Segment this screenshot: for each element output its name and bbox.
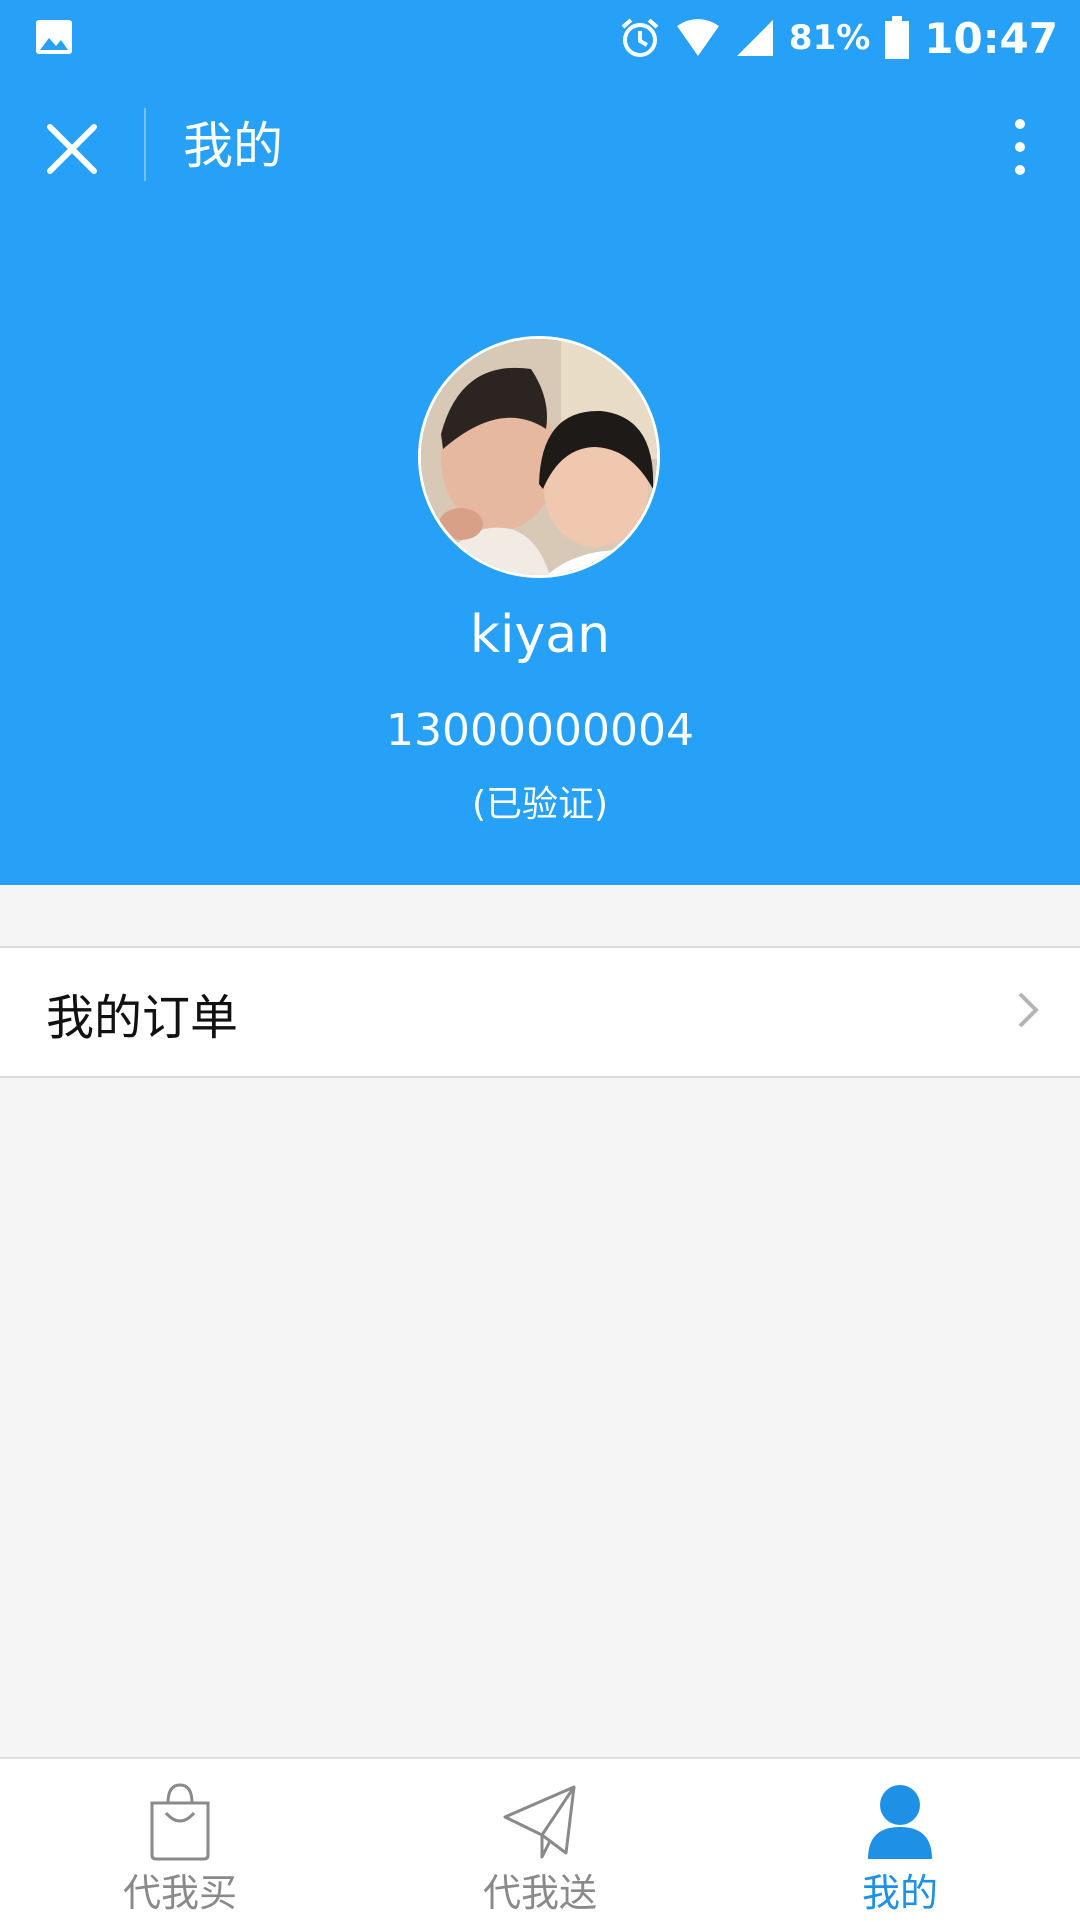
page-title: 我的 — [183, 117, 283, 175]
shopping-bag-icon — [150, 1783, 210, 1861]
battery-icon — [885, 16, 910, 59]
my-orders-row[interactable]: 我的订单 — [0, 946, 1080, 1078]
battery-percent: 81% — [788, 18, 871, 58]
image-notification-icon — [36, 20, 72, 54]
avatar-photo — [421, 339, 657, 575]
alarm-icon — [621, 18, 659, 57]
nav-deliver-label: 代我送 — [482, 1871, 597, 1915]
profile-header: kiyan 13000000004 (已验证) — [0, 215, 1080, 885]
person-icon — [868, 1785, 932, 1859]
close-icon[interactable] — [36, 113, 108, 185]
username: kiyan — [469, 605, 611, 665]
signal-icon — [736, 20, 773, 56]
nav-deliver-for-me[interactable]: 代我送 — [360, 1759, 720, 1922]
bottom-navigation: 代我买 代我送 我的 — [0, 1757, 1080, 1922]
phone-number: 13000000004 — [386, 705, 694, 756]
nav-buy-for-me[interactable]: 代我买 — [0, 1759, 360, 1922]
verification-status: (已验证) — [471, 784, 609, 825]
nav-buy-label: 代我买 — [122, 1871, 237, 1915]
clock: 10:47 — [924, 13, 1058, 63]
top-toolbar: 我的 — [0, 75, 1080, 215]
status-bar: 81% 10:47 — [0, 0, 1080, 75]
toolbar-divider — [144, 108, 146, 181]
nav-mine-label: 我的 — [861, 1871, 938, 1915]
wifi-icon — [676, 19, 719, 56]
avatar[interactable] — [418, 336, 660, 578]
more-options-icon[interactable] — [990, 111, 1050, 183]
my-orders-label: 我的订单 — [46, 990, 239, 1046]
chevron-right-icon — [1018, 992, 1039, 1028]
nav-mine[interactable]: 我的 — [720, 1759, 1080, 1922]
paper-plane-icon — [503, 1785, 576, 1859]
